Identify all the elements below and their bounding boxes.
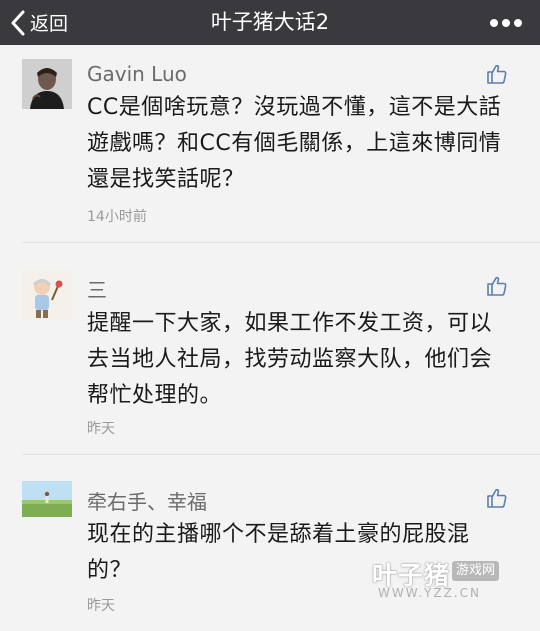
thumbs-up-icon (486, 275, 508, 297)
like-button[interactable] (486, 63, 508, 85)
back-button[interactable]: 返回 (10, 0, 68, 45)
comment-text: 提醒一下大家，如果工作不发工资，可以去当地人社局，找劳动监察大队，他们会帮忙处理… (87, 311, 493, 408)
divider (22, 242, 540, 243)
divider (22, 454, 540, 455)
top-nav-bar: 返回 叶子猪大话2 (0, 0, 540, 45)
comment-time: 昨天 (87, 421, 115, 437)
avatar[interactable] (22, 270, 72, 320)
comment-author[interactable]: 牵右手、幸福 (87, 486, 207, 515)
page-title: 叶子猪大话2 (210, 10, 330, 34)
back-label: 返回 (30, 13, 69, 35)
avatar[interactable] (22, 481, 72, 517)
comment-time: 昨天 (87, 598, 115, 614)
more-button[interactable] (486, 0, 526, 45)
comment-text: 现在的主播哪个不是舔着土豪的屁股混的？ (87, 522, 470, 583)
chevron-left-icon (10, 10, 26, 36)
thumbs-up-icon (486, 63, 508, 85)
avatar[interactable] (22, 59, 72, 109)
comment-text: CC是個啥玩意？沒玩過不懂，這不是大話遊戲嗎？和CC有個毛關係，上這來博同情還是… (87, 95, 502, 192)
comment-author[interactable]: Gavin Luo (87, 62, 187, 86)
like-button[interactable] (486, 487, 508, 509)
ellipsis-icon (489, 18, 523, 28)
comment-author[interactable]: 三 (87, 274, 107, 303)
thumbs-up-icon (486, 487, 508, 509)
comment-time: 14小时前 (87, 209, 147, 225)
like-button[interactable] (486, 275, 508, 297)
